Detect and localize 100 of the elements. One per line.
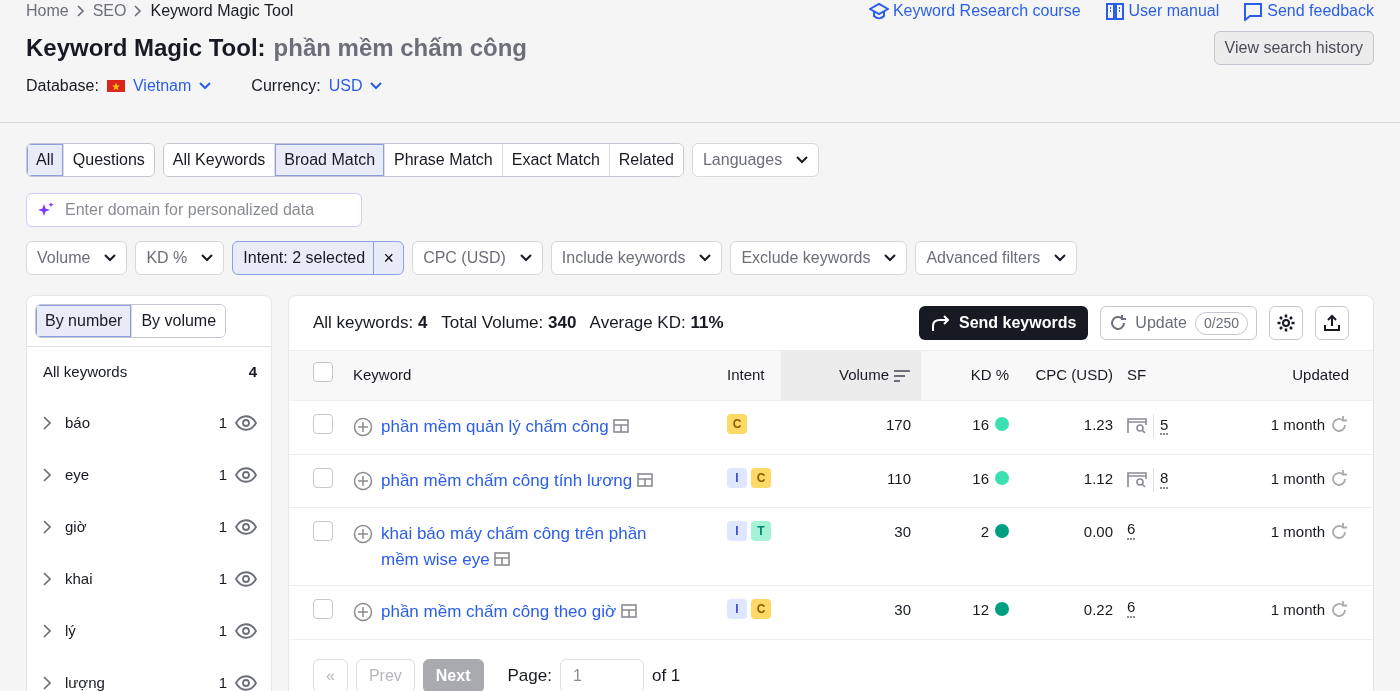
filter-dropdown[interactable]: CPC (USD) xyxy=(412,241,543,275)
send-keywords-button[interactable]: Send keywords xyxy=(919,306,1089,340)
intent-tag: C xyxy=(751,467,771,488)
chevron-down-icon xyxy=(201,254,214,262)
keyword-link[interactable]: khai báo máy chấm công trên phần mềm wise eye xyxy=(381,521,677,572)
sidebar-item[interactable]: khai xyxy=(65,567,219,591)
serp-feature-icon xyxy=(1127,471,1147,488)
domain-field[interactable]: Enter domain for personalized data xyxy=(26,193,362,227)
sidebar-count: 4 xyxy=(248,361,257,382)
row-checkbox[interactable] xyxy=(313,521,333,541)
chevron-right-icon[interactable] xyxy=(43,572,51,586)
filter-tab[interactable]: Broad Match xyxy=(274,144,385,176)
column-header[interactable]: Volume xyxy=(838,364,889,387)
header-link[interactable]: User manual xyxy=(1128,0,1220,23)
filter-dropdown[interactable]: Advanced filters xyxy=(915,241,1078,275)
sidebar-item[interactable]: lượng xyxy=(65,671,219,691)
eye-icon[interactable] xyxy=(235,571,257,587)
intent-tag: I xyxy=(727,599,747,619)
row-checkbox[interactable] xyxy=(313,467,333,488)
add-circle-icon[interactable] xyxy=(353,524,373,544)
add-circle-icon[interactable] xyxy=(353,417,373,437)
chevron-down-icon xyxy=(519,254,532,262)
update-button[interactable]: Update 0/250 xyxy=(1100,306,1257,340)
chevron-right-icon[interactable] xyxy=(43,676,51,690)
serp-features-count[interactable]: 5 xyxy=(1160,416,1169,436)
column-header[interactable]: CPC (USD) xyxy=(1035,366,1113,384)
header-link[interactable]: Keyword Research course xyxy=(892,0,1081,23)
flag-icon xyxy=(106,80,125,92)
column-header[interactable]: Updated xyxy=(1292,366,1349,384)
chevron-right-icon[interactable] xyxy=(43,624,51,638)
column-header[interactable]: SF xyxy=(1127,364,1147,387)
serp-features-count[interactable]: 6 xyxy=(1127,521,1136,540)
intent-tag: C xyxy=(727,414,747,434)
column-header[interactable]: Keyword xyxy=(353,366,412,384)
filter-tab[interactable]: By volume xyxy=(131,305,226,337)
chevron-down-icon xyxy=(1054,254,1067,262)
graduation-cap-icon xyxy=(868,1,889,21)
keyword-link[interactable]: phần mềm chấm công theo giờ xyxy=(381,599,637,625)
filter-tab[interactable]: Related xyxy=(608,144,683,176)
add-circle-icon[interactable] xyxy=(353,470,373,491)
breadcrumb-link[interactable]: Home xyxy=(26,0,69,23)
chevron-right-icon[interactable] xyxy=(43,416,51,430)
sidebar-item[interactable]: eye xyxy=(65,463,219,487)
next-button: Next xyxy=(422,658,484,691)
cpc-cell-text: 1.23 xyxy=(1082,415,1113,435)
difficulty-cell: 16 xyxy=(972,416,989,433)
serp-preview-icon[interactable] xyxy=(494,551,511,566)
serp-preview-icon[interactable] xyxy=(636,472,653,487)
filter-dropdown[interactable]: KD % xyxy=(135,241,225,275)
refresh-icon[interactable] xyxy=(1329,468,1349,489)
filter-dropdown[interactable]: Intent: 2 selected × xyxy=(232,241,405,275)
chevron-down-icon xyxy=(104,254,117,262)
chevron-down-icon xyxy=(699,254,712,262)
keyword-link[interactable]: phần mềm chấm công tính lương xyxy=(381,467,653,493)
row-checkbox[interactable] xyxy=(313,599,333,619)
serp-features-count[interactable]: 6 xyxy=(1127,599,1136,618)
filter-tab[interactable]: Questions xyxy=(62,144,154,176)
currency-dropdown[interactable]: USD xyxy=(328,74,383,98)
eye-icon[interactable] xyxy=(235,467,257,483)
clear-filter-button[interactable]: × xyxy=(373,242,404,274)
sidebar-all-label[interactable]: All keywords xyxy=(43,360,249,384)
chevron-right-icon xyxy=(134,5,143,17)
eye-icon[interactable] xyxy=(235,519,257,535)
serp-preview-icon[interactable] xyxy=(613,419,630,433)
view-history-button[interactable]: View search history xyxy=(1213,31,1374,65)
sidebar-item[interactable]: báo xyxy=(65,411,219,435)
eye-icon[interactable] xyxy=(235,415,257,431)
domain-input[interactable]: Enter domain for personalized data xyxy=(63,197,351,223)
settings-button[interactable] xyxy=(1269,306,1303,340)
book-icon xyxy=(1104,1,1125,21)
eye-icon[interactable] xyxy=(235,623,257,639)
chevron-right-icon[interactable] xyxy=(43,468,51,482)
column-header[interactable]: KD % xyxy=(970,366,1009,384)
volume-cell-text: 110 xyxy=(886,468,912,489)
page-total: of 1 xyxy=(651,664,681,687)
serp-features-count[interactable]: 8 xyxy=(1160,470,1169,489)
database-dropdown[interactable]: Vietnam xyxy=(132,74,212,98)
sidebar-item[interactable]: giờ xyxy=(65,515,219,539)
filter-dropdown[interactable]: Include keywords xyxy=(550,241,723,275)
add-circle-icon[interactable] xyxy=(353,602,373,622)
eye-icon[interactable] xyxy=(235,675,257,691)
sort-icon[interactable] xyxy=(893,368,911,383)
filter-tab[interactable]: All xyxy=(27,144,63,176)
export-button[interactable] xyxy=(1315,306,1349,340)
sidebar-count: 1 xyxy=(218,568,227,589)
select-all-checkbox[interactable] xyxy=(313,362,333,383)
languages-dropdown[interactable]: Languages xyxy=(691,143,820,177)
cpc-cell-text: 0.00 xyxy=(1082,522,1113,542)
serp-preview-icon[interactable] xyxy=(620,604,637,618)
column-header[interactable]: Intent xyxy=(727,366,765,384)
refresh-icon xyxy=(1109,314,1128,332)
breadcrumb-link[interactable]: SEO xyxy=(92,0,127,23)
header-link[interactable]: Send feedback xyxy=(1267,0,1374,23)
filter-dropdown[interactable]: Exclude keywords xyxy=(730,241,908,275)
chevron-right-icon[interactable] xyxy=(43,520,51,534)
sidebar-item[interactable]: lý xyxy=(65,619,219,643)
keyword-link[interactable]: phần mềm quản lý chấm công xyxy=(381,414,630,440)
row-checkbox[interactable] xyxy=(313,414,333,434)
filter-tab[interactable]: By number xyxy=(36,305,132,337)
filter-dropdown[interactable]: Volume xyxy=(26,241,128,275)
